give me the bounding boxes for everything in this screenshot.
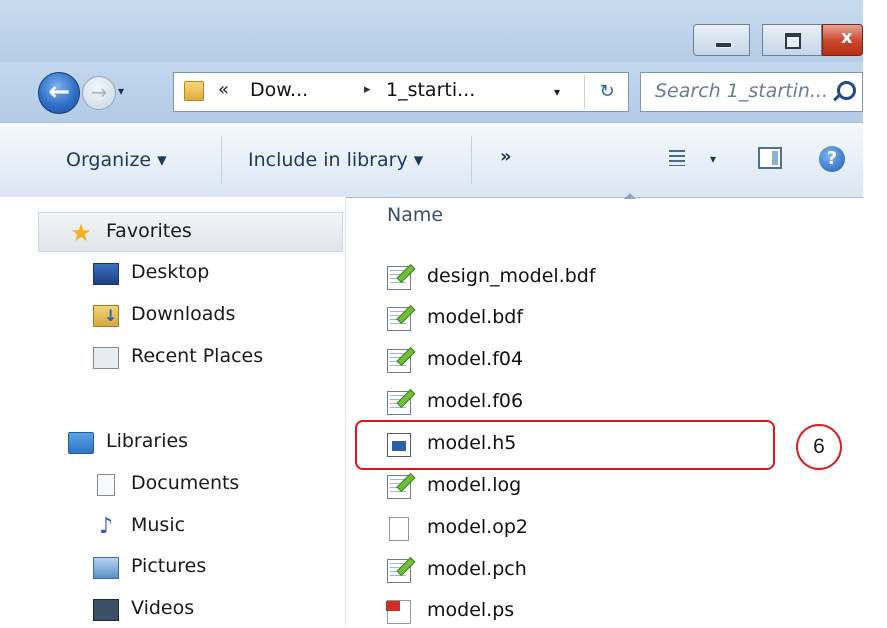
notepad-file-icon (387, 349, 411, 373)
sidebar-item-desktop[interactable]: Desktop (93, 259, 338, 289)
sidebar-item-documents[interactable]: Documents (93, 470, 338, 500)
sidebar-item-label: Videos (131, 597, 195, 619)
address-field[interactable]: « Dow... ▸ 1_starti... ▾ ↻ (173, 72, 629, 112)
file-name: model.f06 (427, 390, 524, 412)
maximize-icon (785, 33, 801, 49)
sidebar-item-recent-places[interactable]: Recent Places (93, 343, 338, 373)
file-name: model.f04 (427, 348, 524, 370)
file-model-ps[interactable]: model.ps (386, 596, 687, 628)
views-icon[interactable] (669, 150, 685, 166)
documents-icon (97, 474, 115, 496)
more-commands-button[interactable]: » (500, 146, 512, 167)
sidebar-item-pictures[interactable]: Pictures (93, 553, 338, 583)
recent-places-icon (93, 347, 119, 369)
organize-button[interactable]: Organize ▾ (66, 149, 167, 171)
breadcrumb-overflow-chevron[interactable]: « (218, 79, 229, 100)
sidebar-item-label: Favorites (106, 220, 192, 242)
sidebar-item-label: Desktop (131, 261, 210, 283)
background-strip (863, 0, 887, 625)
forward-button[interactable]: → (82, 76, 116, 110)
notepad-file-icon (387, 391, 411, 415)
search-input[interactable]: Search 1_startin... (640, 72, 863, 112)
maximize-button[interactable] (762, 24, 822, 56)
minimize-button[interactable] (693, 24, 750, 56)
notepad-file-icon (387, 475, 411, 499)
close-icon: x (841, 27, 853, 48)
file-name: model.log (427, 474, 522, 496)
desktop-icon (93, 263, 119, 285)
downloads-icon (93, 305, 119, 327)
toolbar-divider (221, 136, 222, 184)
file-model-op2[interactable]: model.op2 (387, 513, 687, 545)
include-in-library-button[interactable]: Include in library ▾ (248, 149, 423, 171)
sidebar-item-favorites[interactable]: ★ Favorites (68, 218, 338, 248)
sidebar-item-libraries[interactable]: Libraries (68, 428, 338, 458)
file-name: model.ps (427, 599, 515, 621)
sidebar-item-label: Pictures (131, 555, 207, 577)
sidebar-item-label: Music (131, 514, 186, 536)
breadcrumb-downloads[interactable]: Dow... (250, 79, 308, 101)
ps-file-icon (386, 600, 411, 624)
close-button[interactable]: x (822, 24, 863, 56)
file-name: model.op2 (427, 516, 528, 538)
notepad-file-icon (387, 266, 411, 290)
forward-arrow-icon: → (90, 80, 108, 104)
back-arrow-icon: ← (48, 77, 70, 107)
highlight-box (355, 420, 775, 470)
help-icon[interactable]: ? (819, 146, 845, 172)
file-name: model.bdf (427, 306, 524, 328)
pictures-icon (93, 557, 119, 579)
videos-icon (93, 599, 119, 621)
toolbar-divider (471, 136, 472, 184)
minimize-icon (715, 42, 732, 48)
address-dropdown-icon[interactable]: ▾ (554, 85, 560, 99)
sidebar-item-videos[interactable]: Videos (93, 595, 338, 625)
search-icon[interactable] (837, 81, 856, 100)
file-model-f04[interactable]: model.f04 (387, 345, 687, 377)
blank-file-icon (389, 517, 409, 541)
notepad-file-icon (387, 559, 411, 583)
name-column-header[interactable]: Name (387, 204, 443, 226)
breadcrumb-separator-icon[interactable]: ▸ (364, 82, 371, 97)
file-design-model-bdf[interactable]: design_model.bdf (387, 262, 687, 294)
file-model-log[interactable]: model.log (387, 471, 687, 503)
sidebar-item-label: Libraries (106, 430, 189, 452)
star-icon: ★ (70, 219, 92, 247)
sidebar-item-music[interactable]: ♪ Music (93, 512, 338, 542)
refresh-icon: ↻ (599, 81, 615, 102)
step-callout-badge: 6 (796, 424, 842, 470)
preview-pane-icon[interactable] (758, 147, 782, 169)
search-placeholder: Search 1_startin... (655, 80, 829, 102)
file-model-pch[interactable]: model.pch (387, 555, 687, 587)
sort-ascending-icon (624, 193, 636, 199)
notepad-file-icon (387, 307, 411, 331)
libraries-icon (68, 432, 94, 454)
music-icon: ♪ (98, 514, 114, 539)
file-model-bdf[interactable]: model.bdf (387, 303, 687, 335)
sidebar-item-label: Recent Places (131, 345, 264, 367)
file-name: design_model.bdf (427, 265, 596, 287)
refresh-button[interactable]: ↻ (584, 75, 629, 109)
file-model-f06[interactable]: model.f06 (387, 387, 687, 419)
sidebar-item-label: Documents (131, 472, 240, 494)
breadcrumb-current-folder[interactable]: 1_starti... (386, 79, 475, 101)
views-dropdown-icon[interactable]: ▾ (710, 152, 716, 166)
sidebar-item-label: Downloads (131, 303, 236, 325)
recent-pages-dropdown[interactable]: ▾ (118, 84, 124, 98)
file-name: model.pch (427, 558, 527, 580)
folder-icon (184, 81, 204, 101)
back-button[interactable]: ← (38, 72, 80, 114)
sidebar-item-downloads[interactable]: Downloads (93, 301, 338, 331)
